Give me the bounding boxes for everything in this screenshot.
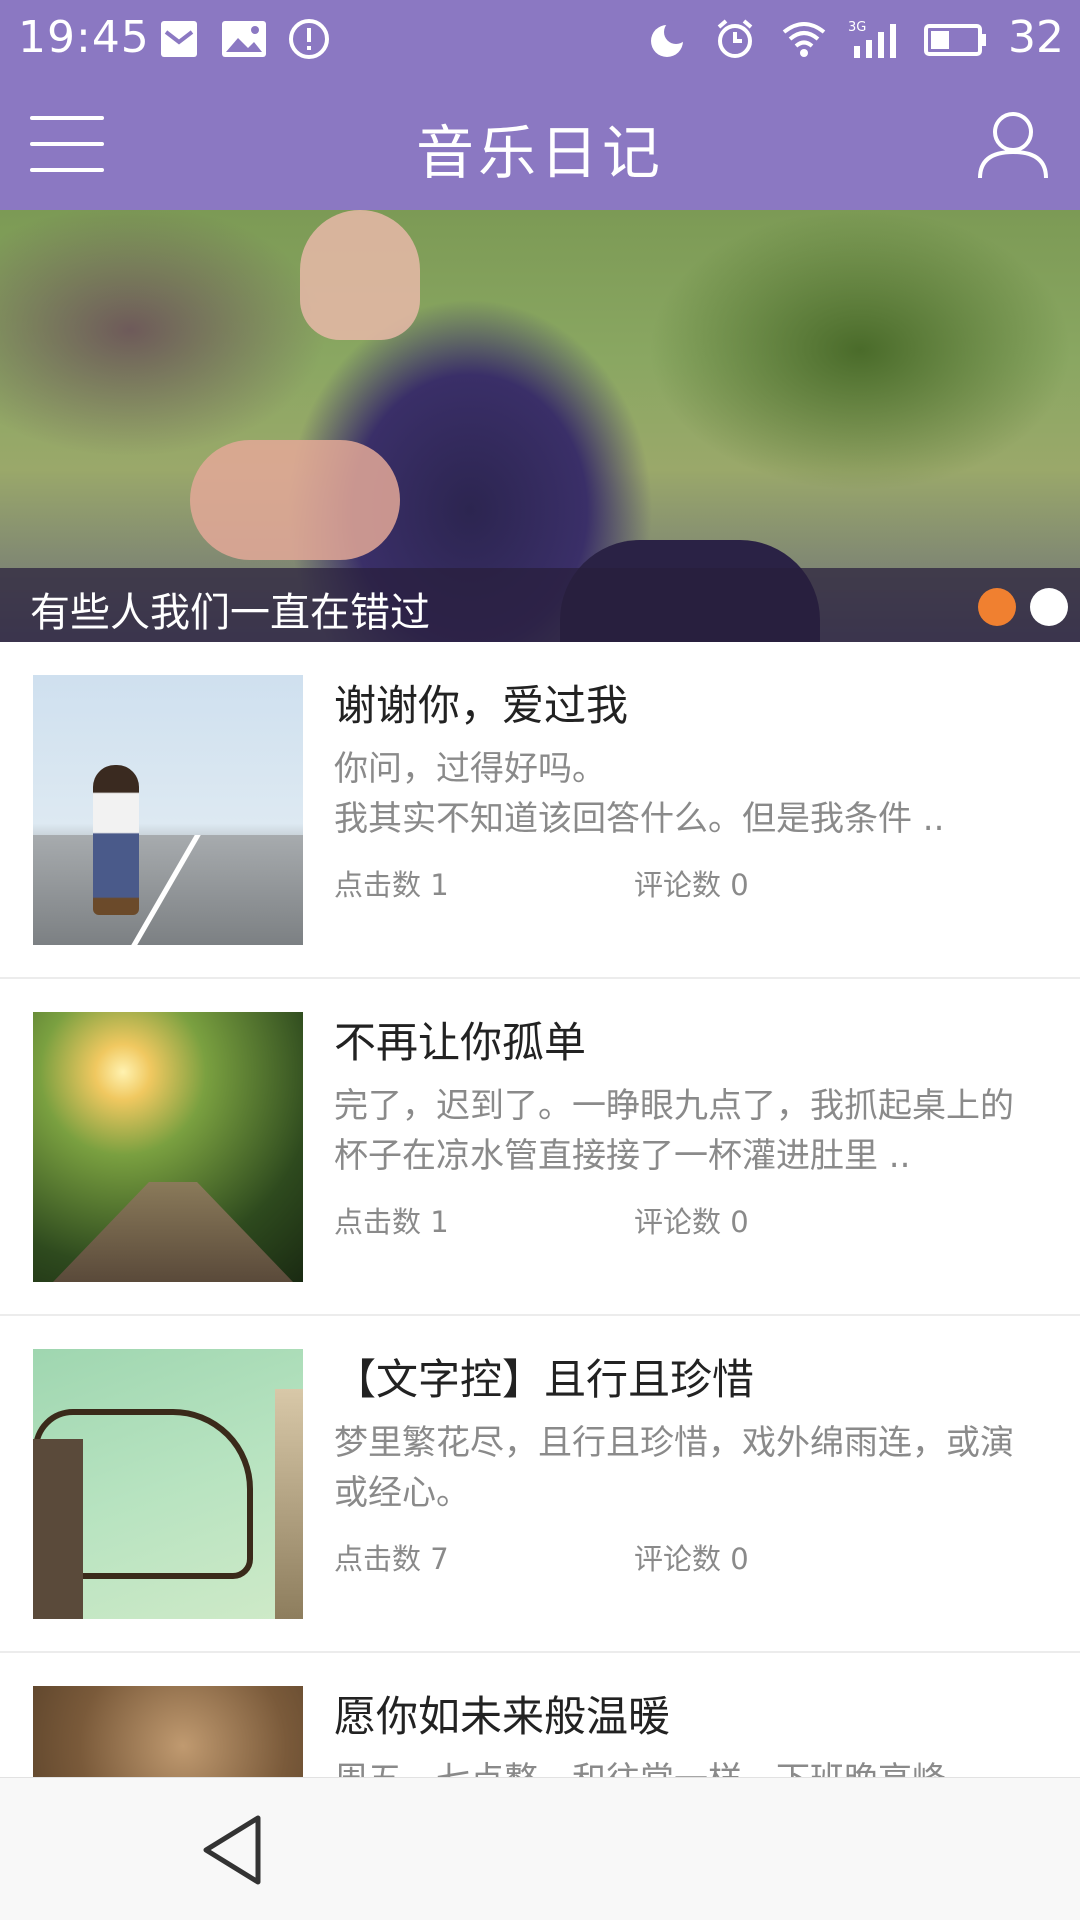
diary-excerpt: 周五，七点整，和往常一样，下班晚高峰	[334, 1755, 1034, 1777]
click-count: 点击数 7	[334, 1542, 449, 1576]
banner-caption-bar: 有些人我们一直在错过	[0, 568, 1080, 642]
banner-carousel[interactable]: 有些人我们一直在错过	[0, 210, 1080, 642]
alarm-icon	[717, 19, 753, 58]
diary-title: 愿你如未来般温暖	[334, 1692, 671, 1741]
click-count: 点击数 1	[334, 868, 449, 902]
carousel-dot[interactable]	[1030, 588, 1068, 626]
mail-icon	[161, 21, 197, 57]
banner-image-detail	[300, 210, 420, 340]
list-item[interactable]: 愿你如未来般温暖 周五，七点整，和往常一样，下班晚高峰	[0, 1653, 1080, 1777]
moon-icon	[651, 20, 688, 57]
list-item[interactable]: 【文字控】且行且珍惜 梦里繁花尽，且行且珍惜，戏外绵雨连，或演或经心。 点击数 …	[0, 1316, 1080, 1653]
system-nav-bar	[0, 1777, 1080, 1920]
comment-count: 评论数 0	[634, 868, 749, 902]
click-count: 点击数 1	[334, 1205, 449, 1239]
signal-3g-icon: 3G	[848, 20, 896, 58]
diary-title: 不再让你孤单	[334, 1018, 587, 1067]
diary-excerpt: 完了，迟到了。一睁眼九点了，我抓起桌上的杯子在凉水管直接接了一杯灌进肚里 ..	[334, 1086, 1014, 1176]
diary-list[interactable]: 谢谢你，爱过我 你问，过得好吗。 我其实不知道该回答什么。但是我条件 .. 点击…	[0, 642, 1080, 1777]
diary-excerpt: 你问，过得好吗。 我其实不知道该回答什么。但是我条件 ..	[334, 749, 945, 839]
svg-text:3G: 3G	[848, 20, 866, 35]
battery-icon	[924, 24, 986, 56]
list-item[interactable]: 不再让你孤单 完了，迟到了。一睁眼九点了，我抓起桌上的杯子在凉水管直接接了一杯灌…	[0, 979, 1080, 1316]
wifi-icon	[782, 22, 826, 57]
status-time: 19:45	[18, 12, 150, 63]
banner-caption: 有些人我们一直在错过	[30, 590, 430, 636]
carousel-dot-active[interactable]	[978, 588, 1016, 626]
diary-title: 【文字控】且行且珍惜	[334, 1355, 755, 1404]
status-bar: 19:45 3G 32	[0, 0, 1080, 78]
image-icon	[222, 21, 266, 57]
list-item[interactable]: 谢谢你，爱过我 你问，过得好吗。 我其实不知道该回答什么。但是我条件 .. 点击…	[0, 642, 1080, 979]
diary-thumbnail	[33, 1349, 303, 1619]
comment-count: 评论数 0	[634, 1542, 749, 1576]
comment-count: 评论数 0	[634, 1205, 749, 1239]
diary-title: 谢谢你，爱过我	[334, 681, 629, 730]
diary-thumbnail	[33, 1686, 303, 1777]
banner-image-detail	[190, 440, 400, 560]
diary-excerpt: 梦里繁花尽，且行且珍惜，戏外绵雨连，或演或经心。	[334, 1423, 1014, 1513]
app-bar: 音乐日记	[0, 78, 1080, 210]
back-triangle-icon[interactable]	[200, 1814, 264, 1886]
battery-level: 32	[1008, 12, 1064, 63]
page-title: 音乐日记	[415, 119, 664, 187]
user-icon[interactable]	[976, 108, 1050, 182]
diary-thumbnail	[33, 675, 303, 945]
alert-icon	[289, 19, 329, 59]
diary-thumbnail	[33, 1012, 303, 1282]
